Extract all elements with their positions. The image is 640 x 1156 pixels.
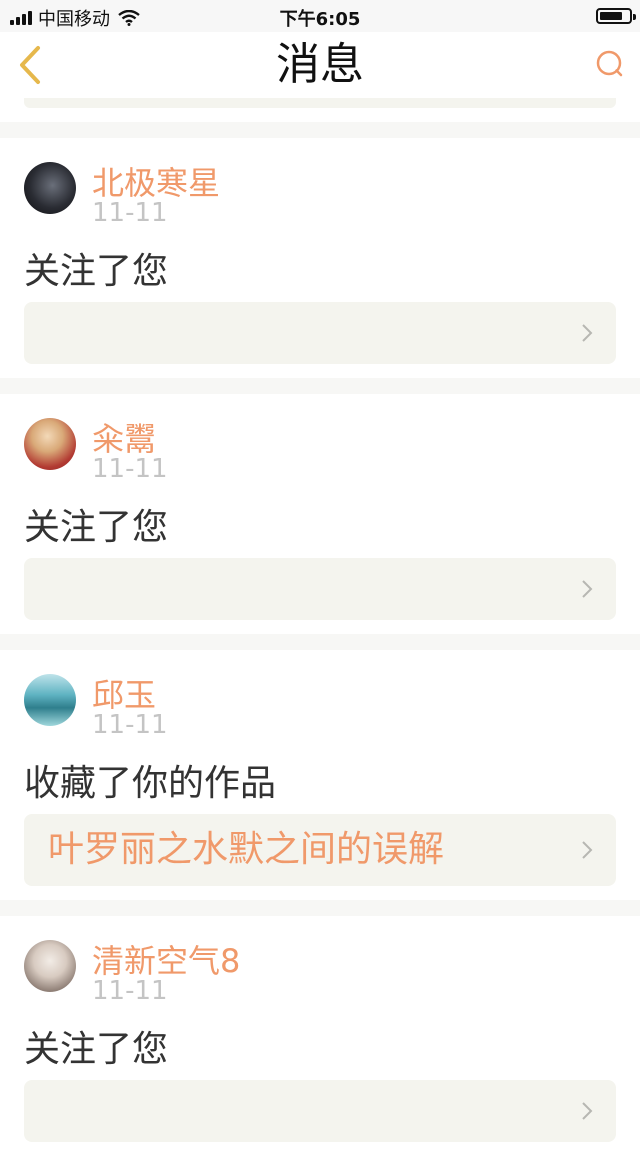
reference-box[interactable] — [24, 302, 616, 364]
reference-box[interactable] — [24, 1080, 616, 1142]
message-item[interactable]: 北极寒星 11-11 关注了您 — [0, 138, 640, 378]
status-time: 下午6:05 — [279, 9, 361, 30]
avatar[interactable] — [24, 418, 76, 470]
message-date: 11-11 — [92, 198, 168, 228]
status-bar: 中国移动 下午6:05 — [0, 0, 640, 32]
message-item[interactable]: 清新空气8 11-11 关注了您 — [0, 916, 640, 1156]
message-date: 11-11 — [92, 710, 168, 740]
previous-item-remnant — [0, 98, 640, 122]
reference-box[interactable] — [24, 558, 616, 620]
chevron-right-icon — [582, 841, 593, 859]
reference-text[interactable]: 叶罗丽之水默之间的误解 — [48, 814, 444, 886]
message-action: 关注了您 — [24, 1029, 169, 1070]
message-action: 关注了您 — [24, 251, 169, 292]
search-icon[interactable] — [594, 48, 626, 80]
message-action: 关注了您 — [24, 507, 169, 548]
nav-bar: 消息 — [0, 32, 640, 98]
message-action: 收藏了你的作品 — [24, 763, 277, 804]
avatar[interactable] — [24, 940, 76, 992]
message-item[interactable]: 籴鬻 11-11 关注了您 — [0, 394, 640, 634]
avatar[interactable] — [24, 674, 76, 726]
reference-box[interactable]: 叶罗丽之水默之间的误解 — [24, 814, 616, 886]
message-date: 11-11 — [92, 976, 168, 1006]
message-item[interactable]: 邱玉 11-11 收藏了你的作品 叶罗丽之水默之间的误解 — [0, 650, 640, 900]
page-title: 消息 — [276, 39, 364, 90]
battery-icon — [596, 8, 636, 24]
chevron-right-icon — [582, 1102, 593, 1120]
message-date: 11-11 — [92, 454, 168, 484]
message-list: 北极寒星 11-11 关注了您 籴鬻 11-11 关注了您 邱玉 11-11 收… — [0, 98, 640, 1156]
chevron-right-icon — [582, 580, 593, 598]
avatar[interactable] — [24, 162, 76, 214]
chevron-right-icon — [582, 324, 593, 342]
